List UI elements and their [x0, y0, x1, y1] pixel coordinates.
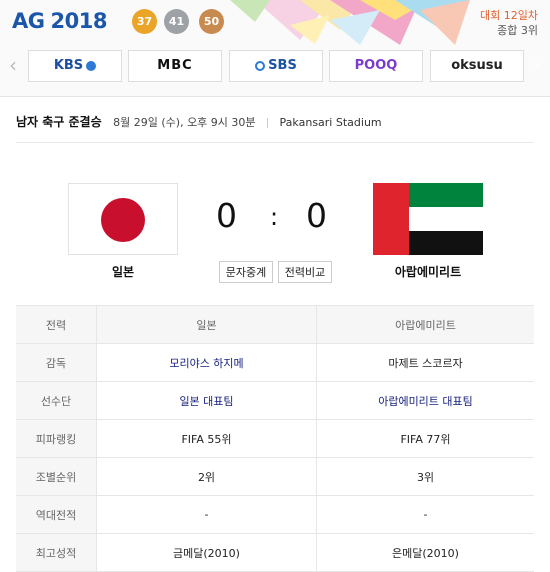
home-team-name[interactable]: 일본	[68, 263, 178, 280]
sbs-logo-icon	[255, 60, 266, 71]
row-label: 최고성적	[16, 533, 97, 572]
table-row: 조별순위 2위 3위	[16, 457, 534, 496]
row-label: 선수단	[16, 381, 97, 420]
row-label: 감독	[16, 343, 97, 382]
row-label: 역대전적	[16, 495, 97, 534]
row-label: 피파랭킹	[16, 419, 97, 458]
home-coach-link[interactable]: 모리야스 하지메	[96, 343, 317, 382]
table-row: 감독 모리야스 하지메 마제트 스코르자	[16, 343, 534, 382]
away-team-name[interactable]: 아랍에미리트	[373, 263, 483, 280]
table-header-away: 아랍에미리트	[316, 305, 534, 344]
away-score: 0	[306, 196, 327, 235]
team-compare-button[interactable]: 전력비교	[278, 261, 332, 283]
away-best-result: 은메달(2010)	[316, 533, 534, 572]
home-head-to-head: -	[96, 495, 317, 534]
asian-games-banner: AG 2018 37 41 50 대회 12일차 종합 3위 ‹ KBS MBC …	[0, 0, 550, 97]
home-fifa-rank: FIFA 55위	[96, 419, 317, 458]
match-header: 남자 축구 준결승 8월 29일 (수), 오후 9시 30분 Pakansar…	[16, 113, 382, 130]
table-row: 역대전적 - -	[16, 495, 534, 534]
home-group-rank: 2위	[96, 457, 317, 496]
broadcaster-mbc-button[interactable]: MBC	[128, 50, 222, 82]
match-date: 8월 29일 (수), 오후 9시 30분	[113, 116, 256, 129]
broadcaster-kbs-button[interactable]: KBS	[28, 50, 122, 82]
overall-rank: 종합 3위	[497, 24, 538, 37]
broadcaster-oksusu-button[interactable]: oksusu	[430, 50, 524, 82]
away-head-to-head: -	[316, 495, 534, 534]
team-comparison-table: 전력 일본 아랍에미리트 감독 모리야스 하지메 마제트 스코르자 선수단 일본…	[16, 305, 534, 572]
japan-flag-icon[interactable]	[68, 183, 178, 255]
match-title: 남자 축구 준결승	[16, 115, 102, 129]
kbs-logo-icon	[86, 60, 97, 71]
score-separator: :	[270, 203, 279, 231]
broadcaster-pooq-button[interactable]: POOQ	[329, 50, 423, 82]
table-row: 최고성적 금메달(2010) 은메달(2010)	[16, 533, 534, 572]
divider	[267, 118, 269, 128]
broadcaster-sbs-button[interactable]: SBS	[229, 50, 323, 82]
row-label: 조별순위	[16, 457, 97, 496]
ag2018-logo[interactable]: AG 2018	[12, 9, 107, 33]
tournament-day-info: 대회 12일차 종합 3위	[480, 8, 538, 38]
away-fifa-rank: FIFA 77위	[316, 419, 534, 458]
table-header-home: 일본	[96, 305, 317, 344]
table-row: 피파랭킹 FIFA 55위 FIFA 77위	[16, 419, 534, 458]
text-relay-button[interactable]: 문자중계	[219, 261, 273, 283]
tournament-day: 대회 12일차	[480, 9, 538, 22]
home-squad-link[interactable]: 일본 대표팀	[96, 381, 317, 420]
gold-medal-count: 37	[132, 9, 157, 34]
divider	[16, 142, 534, 143]
home-score: 0	[216, 196, 237, 235]
away-squad-link[interactable]: 아랍에미리트 대표팀	[316, 381, 534, 420]
table-header-row: 전력 일본 아랍에미리트	[16, 305, 534, 344]
flag-sun	[101, 198, 145, 242]
table-header-label: 전력	[16, 305, 97, 344]
bronze-medal-count: 50	[199, 9, 224, 34]
match-stadium: Pakansari Stadium	[279, 116, 382, 129]
silver-medal-count: 41	[164, 9, 189, 34]
prev-arrow-icon[interactable]: ‹	[4, 50, 22, 80]
away-coach: 마제트 스코르자	[316, 343, 534, 382]
next-arrow-icon[interactable]: ›	[528, 50, 546, 80]
away-group-rank: 3위	[316, 457, 534, 496]
home-best-result: 금메달(2010)	[96, 533, 317, 572]
uae-flag-icon[interactable]	[373, 183, 483, 255]
table-row: 선수단 일본 대표팀 아랍에미리트 대표팀	[16, 381, 534, 420]
